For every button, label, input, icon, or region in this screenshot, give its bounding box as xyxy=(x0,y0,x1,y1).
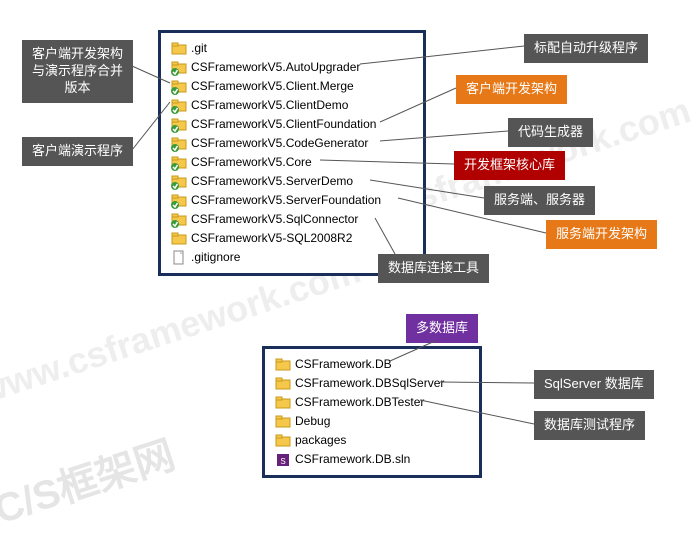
item-label: .gitignore xyxy=(191,248,240,267)
list-item[interactable]: CSFrameworkV5.Client.Merge xyxy=(171,77,413,96)
item-label: CSFrameworkV5.AutoUpgrader xyxy=(191,58,360,77)
callout-client-merge: 客户端开发架构 与演示程序合并 版本 xyxy=(22,40,133,103)
folder-icon xyxy=(275,395,291,411)
item-label: CSFrameworkV5.Core xyxy=(191,153,312,172)
list-item[interactable]: Debug xyxy=(275,412,469,431)
list-item[interactable]: CSFrameworkV5-SQL2008R2 xyxy=(171,229,413,248)
item-label: CSFrameworkV5.SqlConnector xyxy=(191,210,358,229)
callout-core: 开发框架核心库 xyxy=(454,151,565,180)
item-label: CSFrameworkV5.ClientDemo xyxy=(191,96,348,115)
callout-server-fx: 服务端开发架构 xyxy=(546,220,657,249)
item-label: CSFrameworkV5.ServerDemo xyxy=(191,172,353,191)
folder-icon xyxy=(171,41,187,57)
item-label: CSFramework.DBSqlServer xyxy=(295,374,444,393)
list-item[interactable]: .gitignore xyxy=(171,248,413,267)
item-label: packages xyxy=(295,431,346,450)
folder-git-icon xyxy=(171,79,187,95)
callout-client-fx: 客户端开发架构 xyxy=(456,75,567,104)
list-item[interactable]: CSFrameworkV5.Core xyxy=(171,153,413,172)
folder-icon xyxy=(275,357,291,373)
list-item[interactable]: packages xyxy=(275,431,469,450)
folder-panel-bottom: CSFramework.DB CSFramework.DBSqlServer C… xyxy=(262,346,482,478)
folder-icon xyxy=(275,414,291,430)
file-icon xyxy=(171,250,187,266)
list-item[interactable]: CSFramework.DBSqlServer xyxy=(275,374,469,393)
item-label: CSFramework.DBTester xyxy=(295,393,424,412)
folder-git-icon xyxy=(171,212,187,228)
svg-text:S: S xyxy=(280,457,285,466)
watermark-cn: C/S框架网 xyxy=(0,423,181,535)
callout-client-demo: 客户端演示程序 xyxy=(22,137,133,166)
item-label: CSFrameworkV5.CodeGenerator xyxy=(191,134,368,153)
folder-git-icon xyxy=(171,193,187,209)
folder-git-icon xyxy=(171,174,187,190)
callout-codegen: 代码生成器 xyxy=(508,118,593,147)
folder-panel-top: .git CSFrameworkV5.AutoUpgrader CSFramew… xyxy=(158,30,426,276)
list-item[interactable]: CSFramework.DBTester xyxy=(275,393,469,412)
list-item[interactable]: CSFrameworkV5.AutoUpgrader xyxy=(171,58,413,77)
list-item[interactable]: .git xyxy=(171,39,413,58)
item-label: .git xyxy=(191,39,207,58)
callout-dbtester: 数据库测试程序 xyxy=(534,411,645,440)
folder-git-icon xyxy=(171,60,187,76)
callout-auto-upgrader: 标配自动升级程序 xyxy=(524,34,648,63)
item-label: CSFrameworkV5-SQL2008R2 xyxy=(191,229,352,248)
item-label: CSFrameworkV5.ClientFoundation xyxy=(191,115,376,134)
item-label: CSFrameworkV5.Client.Merge xyxy=(191,77,354,96)
item-label: Debug xyxy=(295,412,330,431)
folder-git-icon xyxy=(171,136,187,152)
folder-icon xyxy=(171,231,187,247)
folder-icon xyxy=(275,376,291,392)
list-item[interactable]: S CSFramework.DB.sln xyxy=(275,450,469,469)
item-label: CSFramework.DB xyxy=(295,355,392,374)
list-item[interactable]: CSFrameworkV5.ServerDemo xyxy=(171,172,413,191)
callout-sqlserver: SqlServer 数据库 xyxy=(534,370,654,399)
list-item[interactable]: CSFrameworkV5.SqlConnector xyxy=(171,210,413,229)
list-item[interactable]: CSFramework.DB xyxy=(275,355,469,374)
sln-icon: S xyxy=(275,452,291,468)
list-item[interactable]: CSFrameworkV5.ServerFoundation xyxy=(171,191,413,210)
callout-server: 服务端、服务器 xyxy=(484,186,595,215)
list-item[interactable]: CSFrameworkV5.ClientDemo xyxy=(171,96,413,115)
callout-sqlconn: 数据库连接工具 xyxy=(378,254,489,283)
folder-git-icon xyxy=(171,98,187,114)
folder-icon xyxy=(275,433,291,449)
list-item[interactable]: CSFrameworkV5.CodeGenerator xyxy=(171,134,413,153)
list-item[interactable]: CSFrameworkV5.ClientFoundation xyxy=(171,115,413,134)
folder-git-icon xyxy=(171,117,187,133)
item-label: CSFrameworkV5.ServerFoundation xyxy=(191,191,381,210)
callout-multidb: 多数据库 xyxy=(406,314,478,343)
folder-git-icon xyxy=(171,155,187,171)
item-label: CSFramework.DB.sln xyxy=(295,450,410,469)
